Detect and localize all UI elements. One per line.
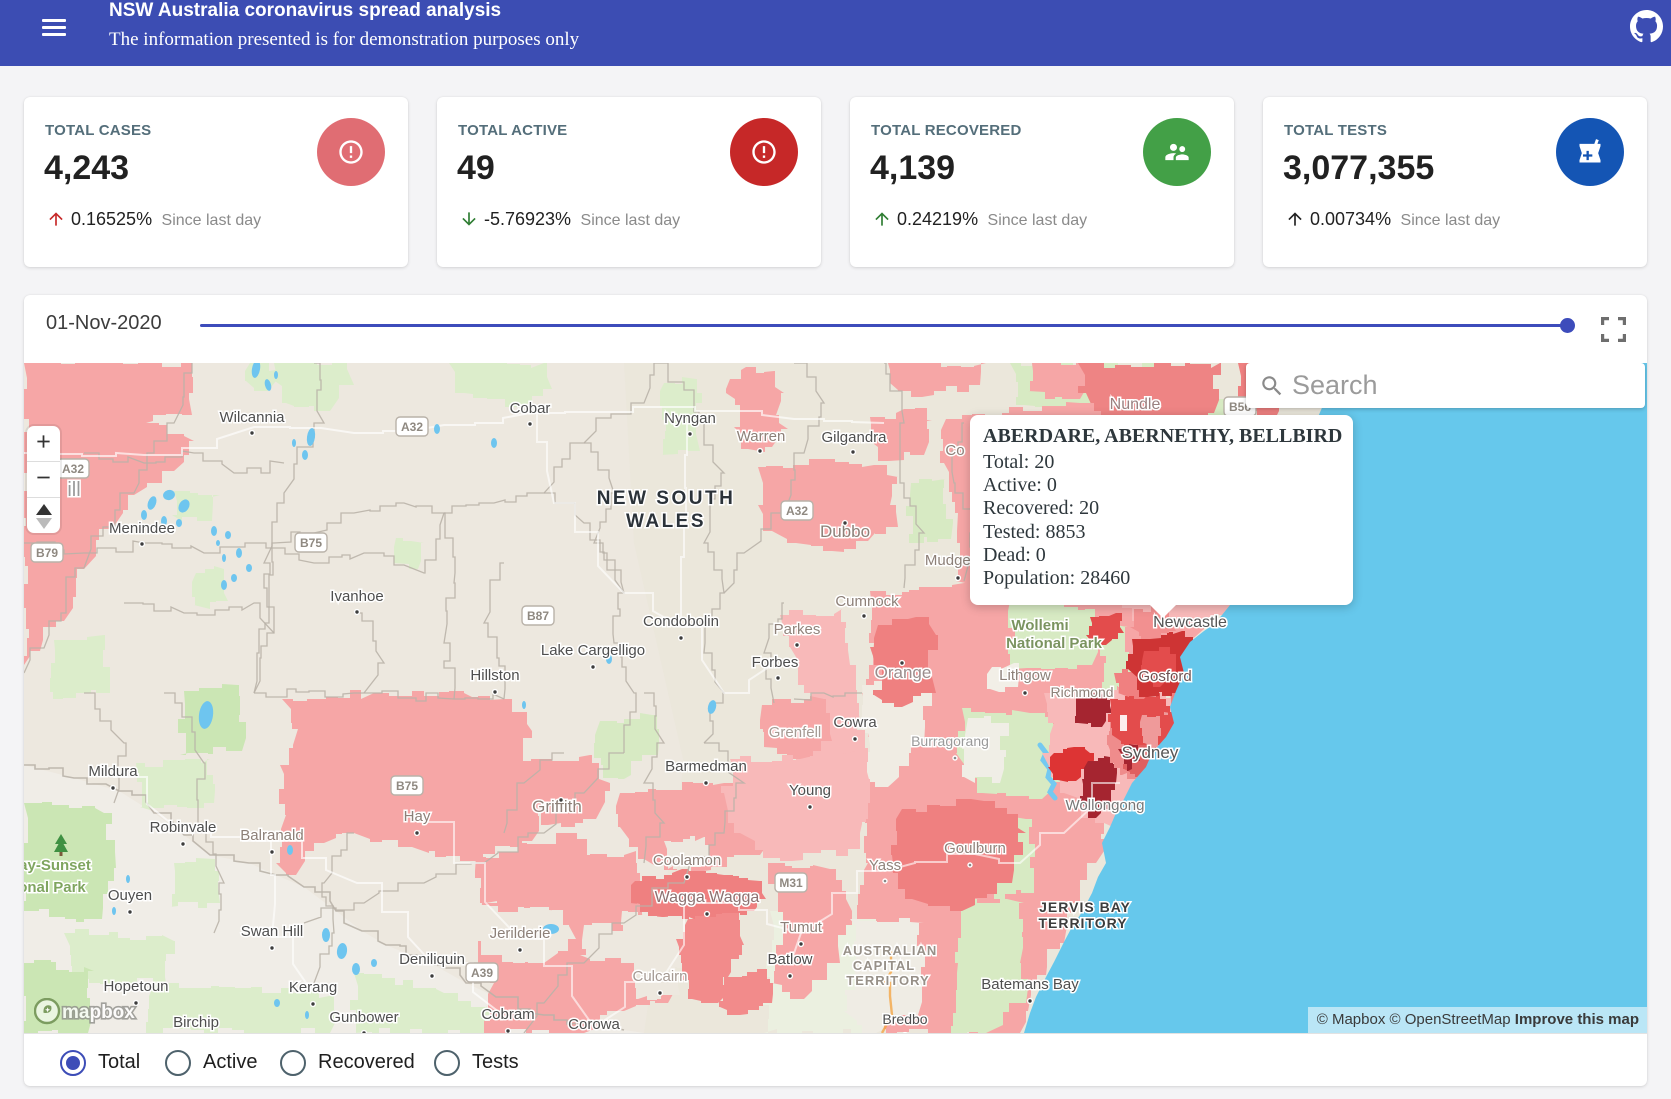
svg-text:Menindee: Menindee <box>109 520 175 537</box>
svg-text:Burragorang: Burragorang <box>911 733 989 749</box>
svg-text:Birchip: Birchip <box>173 1014 219 1031</box>
svg-text:Sydney: Sydney <box>1122 743 1179 762</box>
svg-text:B75: B75 <box>396 779 418 793</box>
svg-text:A32: A32 <box>786 504 808 518</box>
svg-text:WALES: WALES <box>626 511 706 532</box>
svg-text:Hillston: Hillston <box>470 667 519 684</box>
svg-text:Barmedman: Barmedman <box>665 758 747 775</box>
svg-text:Richmond: Richmond <box>1050 684 1113 700</box>
svg-text:Cobar: Cobar <box>510 400 551 417</box>
svg-text:B79: B79 <box>36 546 58 560</box>
svg-text:Condobolin: Condobolin <box>643 613 719 630</box>
svg-text:Swan Hill: Swan Hill <box>241 923 304 940</box>
svg-text:Parkes: Parkes <box>774 621 821 638</box>
svg-text:Hopetoun: Hopetoun <box>103 978 168 995</box>
svg-text:Nundle: Nundle <box>1110 396 1161 413</box>
svg-text:onal Park: onal Park <box>24 879 86 896</box>
svg-text:Cumnock: Cumnock <box>835 593 899 610</box>
svg-text:TERRITORY: TERRITORY <box>846 973 929 988</box>
svg-text:Griffith: Griffith <box>532 797 582 816</box>
svg-text:Wollemi: Wollemi <box>1011 617 1068 634</box>
svg-text:Lithgow: Lithgow <box>999 667 1051 684</box>
svg-text:Deniliquin: Deniliquin <box>399 951 465 968</box>
svg-text:AUSTRALIAN: AUSTRALIAN <box>843 943 938 958</box>
svg-text:ay-Sunset: ay-Sunset <box>24 857 91 874</box>
svg-text:Warren: Warren <box>737 428 786 445</box>
svg-text:Gunbower: Gunbower <box>329 1009 398 1026</box>
svg-text:ill: ill <box>67 479 80 501</box>
svg-text:Robinvale: Robinvale <box>150 819 217 836</box>
svg-text:Grenfell: Grenfell <box>769 724 822 741</box>
svg-text:Culcairn: Culcairn <box>632 968 687 985</box>
svg-text:mapbox: mapbox <box>62 1002 135 1023</box>
svg-text:Ivanhoe: Ivanhoe <box>330 588 383 605</box>
svg-text:Jerilderie: Jerilderie <box>490 925 551 942</box>
svg-text:Co: Co <box>945 442 964 459</box>
svg-text:Wilcannia: Wilcannia <box>219 409 285 426</box>
svg-text:Coolamon: Coolamon <box>653 852 721 869</box>
svg-text:National Park: National Park <box>1006 635 1103 652</box>
svg-text:Lake Cargelligo: Lake Cargelligo <box>541 642 645 659</box>
svg-text:Corowa: Corowa <box>568 1016 620 1033</box>
svg-text:Batlow: Batlow <box>767 951 812 968</box>
svg-text:Tumut: Tumut <box>780 919 823 936</box>
svg-text:Wollongong: Wollongong <box>1066 797 1145 814</box>
svg-text:M31: M31 <box>779 876 803 890</box>
svg-text:Gosford: Gosford <box>1138 668 1191 685</box>
svg-text:A39: A39 <box>471 966 493 980</box>
svg-text:JERVIS BAY: JERVIS BAY <box>1039 899 1131 915</box>
svg-text:B87: B87 <box>527 609 549 623</box>
svg-text:Gilgandra: Gilgandra <box>821 429 887 446</box>
svg-text:Cowra: Cowra <box>833 714 877 731</box>
svg-text:TERRITORY: TERRITORY <box>1038 915 1127 931</box>
svg-text:Ouyen: Ouyen <box>108 887 152 904</box>
svg-text:Mildura: Mildura <box>88 763 138 780</box>
svg-text:Cobram: Cobram <box>481 1006 534 1023</box>
svg-text:Batemans Bay: Batemans Bay <box>981 976 1079 993</box>
svg-text:A32: A32 <box>401 420 423 434</box>
svg-text:Nyngan: Nyngan <box>664 410 716 427</box>
svg-text:NEW SOUTH: NEW SOUTH <box>597 488 736 509</box>
svg-text:Forbes: Forbes <box>752 654 799 671</box>
svg-text:A32: A32 <box>62 462 84 476</box>
svg-text:Young: Young <box>789 782 831 799</box>
svg-text:Yass: Yass <box>869 857 901 874</box>
svg-text:B75: B75 <box>300 536 322 550</box>
svg-text:Balranald: Balranald <box>240 827 303 844</box>
svg-text:Bredbo: Bredbo <box>882 1011 927 1027</box>
svg-text:Wagga Wagga: Wagga Wagga <box>655 889 760 906</box>
svg-text:Goulburn: Goulburn <box>944 840 1006 857</box>
svg-text:Kerang: Kerang <box>289 979 337 996</box>
svg-text:Hay: Hay <box>404 808 431 825</box>
svg-text:CAPITAL: CAPITAL <box>853 958 915 973</box>
